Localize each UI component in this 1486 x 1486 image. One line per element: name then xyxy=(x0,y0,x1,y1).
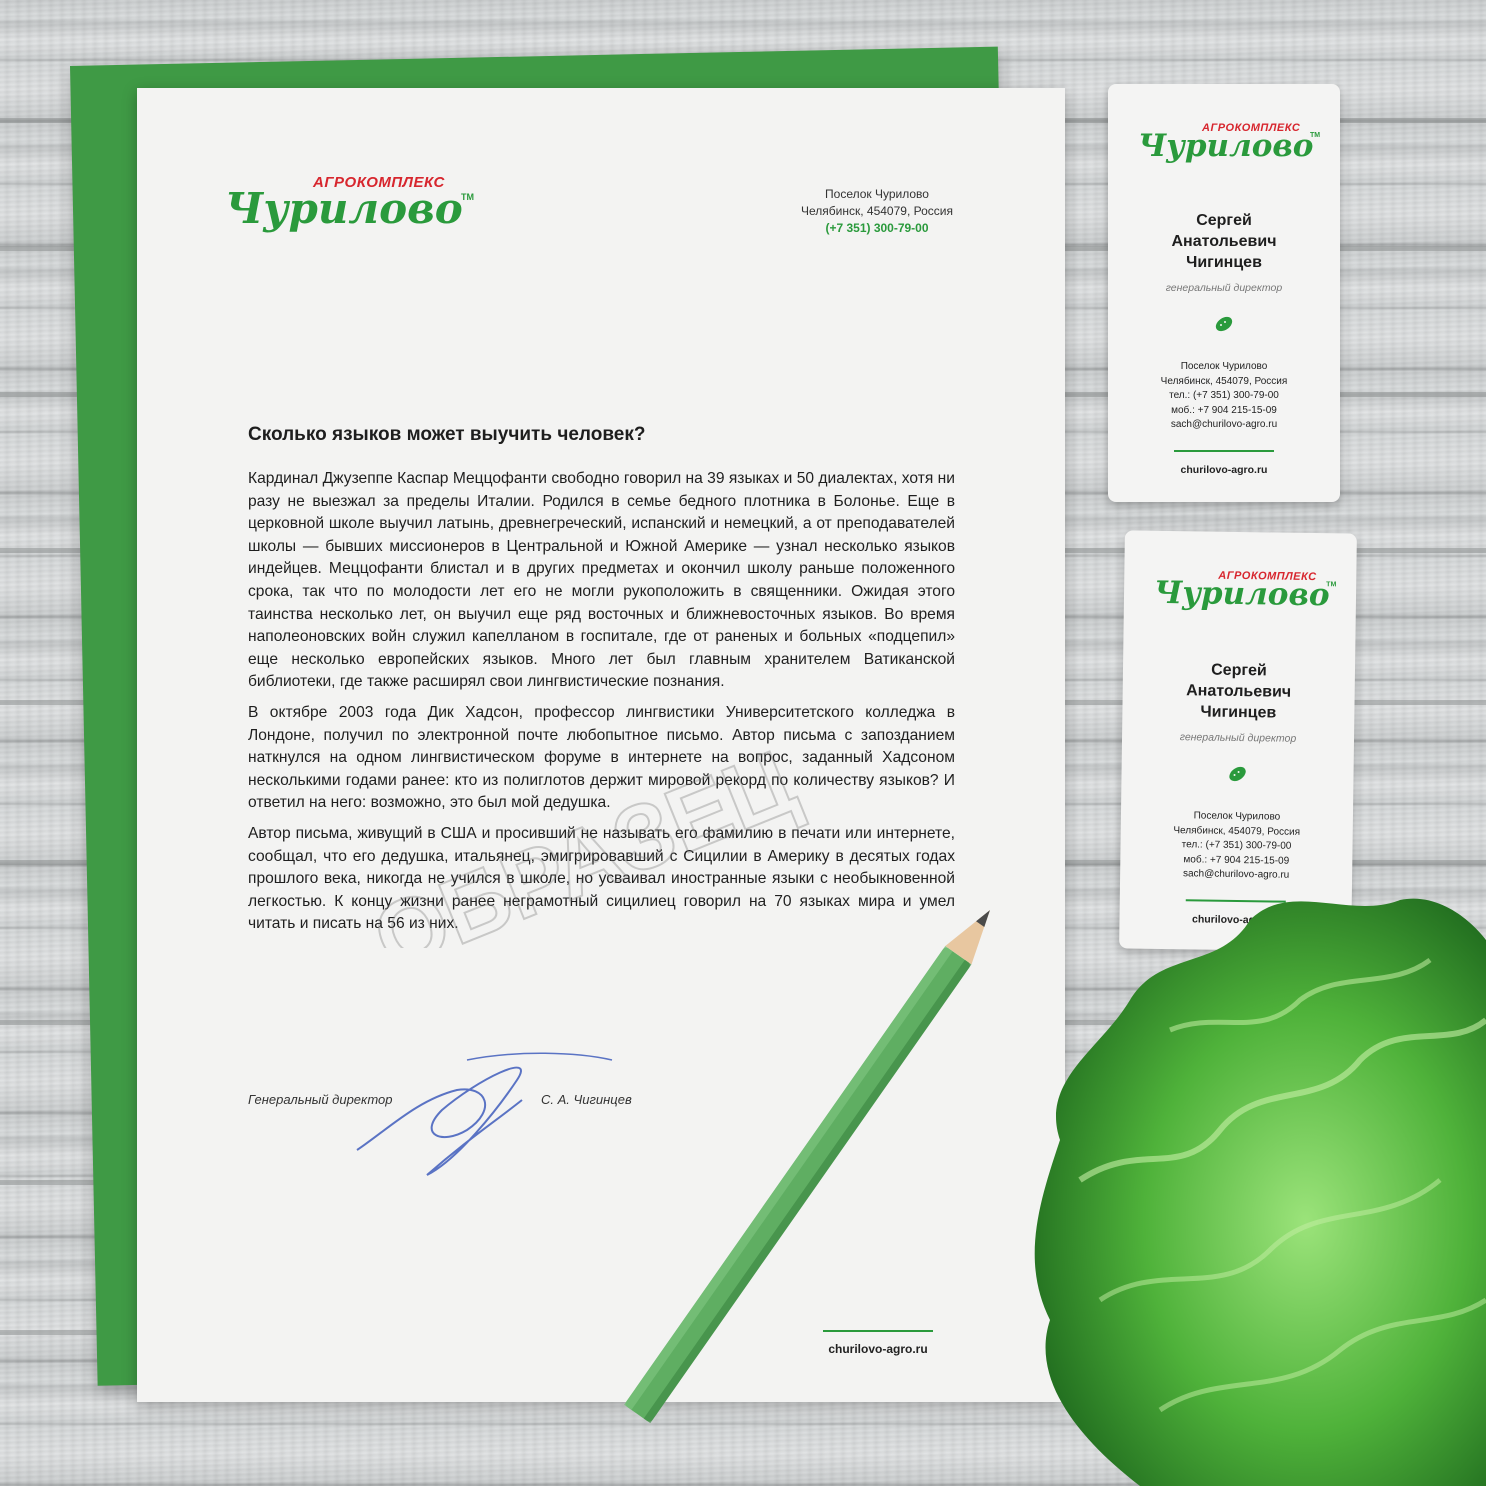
patronymic: Анатольевич xyxy=(1171,233,1277,250)
logo-wordmark: Чурилово xyxy=(225,184,463,233)
card-contacts: Поселок Чурилово Челябинск, 454079, Росс… xyxy=(1108,360,1340,433)
last-name: Чигинцев xyxy=(1200,703,1277,722)
letterhead-address: Поселок Чурилово Челябинск, 454079, Росс… xyxy=(777,186,977,237)
address-line: Челябинск, 454079, Россия xyxy=(1160,375,1288,387)
logo-tm: TM xyxy=(1326,581,1337,589)
mobile-number: моб.: +7 904 215-15-09 xyxy=(1171,404,1277,416)
green-pencil xyxy=(624,910,990,1424)
card-contacts: Поселок Чурилово Челябинск, 454079, Росс… xyxy=(1120,808,1353,884)
address-line: Поселок Чурилово xyxy=(1180,361,1268,372)
card-person-name: Сергей Анатольевич Чигинцев xyxy=(1108,210,1340,273)
logo-tm: TM xyxy=(461,192,474,202)
letter-title: Сколько языков может выучить человек? xyxy=(248,424,646,445)
email-address: sach@churilovo-agro.ru xyxy=(1170,419,1278,431)
card-position: генеральный директор xyxy=(1179,731,1297,745)
logo-tm: TM xyxy=(1310,132,1321,139)
card-rule xyxy=(1174,450,1274,452)
first-name: Сергей xyxy=(1196,212,1252,229)
address-line: Челябинск, 454079, Россия xyxy=(801,204,953,218)
paragraph: Кардинал Джузеппе Каспар Меццофанти своб… xyxy=(248,470,955,691)
cucumber-icon xyxy=(1229,766,1246,782)
card-position: генеральный директор xyxy=(1165,282,1283,294)
address-line: Поселок Чурилово xyxy=(825,187,929,201)
logo-wordmark: Чурилово xyxy=(1138,128,1314,164)
brand-logo: АГРОКОМПЛЕКС Чурилово TM xyxy=(1153,569,1337,632)
brand-logo: АГРОКОМПЛЕКС Чурилово TM xyxy=(1138,122,1321,182)
last-name: Чигинцев xyxy=(1186,254,1262,271)
cucumber-icon xyxy=(1215,316,1233,332)
business-card: АГРОКОМПЛЕКС Чурилово TM Сергей Анатолье… xyxy=(1108,84,1340,502)
phone-number: тел.: (+7 351) 300-79-00 xyxy=(1169,390,1279,402)
phone-number: (+7 351) 300-79-00 xyxy=(825,221,929,235)
logo-wordmark: Чурилово xyxy=(1153,574,1330,614)
lettuce-decoration xyxy=(1034,898,1486,1486)
card-person-name: Сергей Анатольевич Чигинцев xyxy=(1122,658,1355,724)
card-website: churilovo-agro.ru xyxy=(1180,464,1268,476)
brand-logo: АГРОКОМПЛЕКС Чурилово TM xyxy=(225,174,475,254)
